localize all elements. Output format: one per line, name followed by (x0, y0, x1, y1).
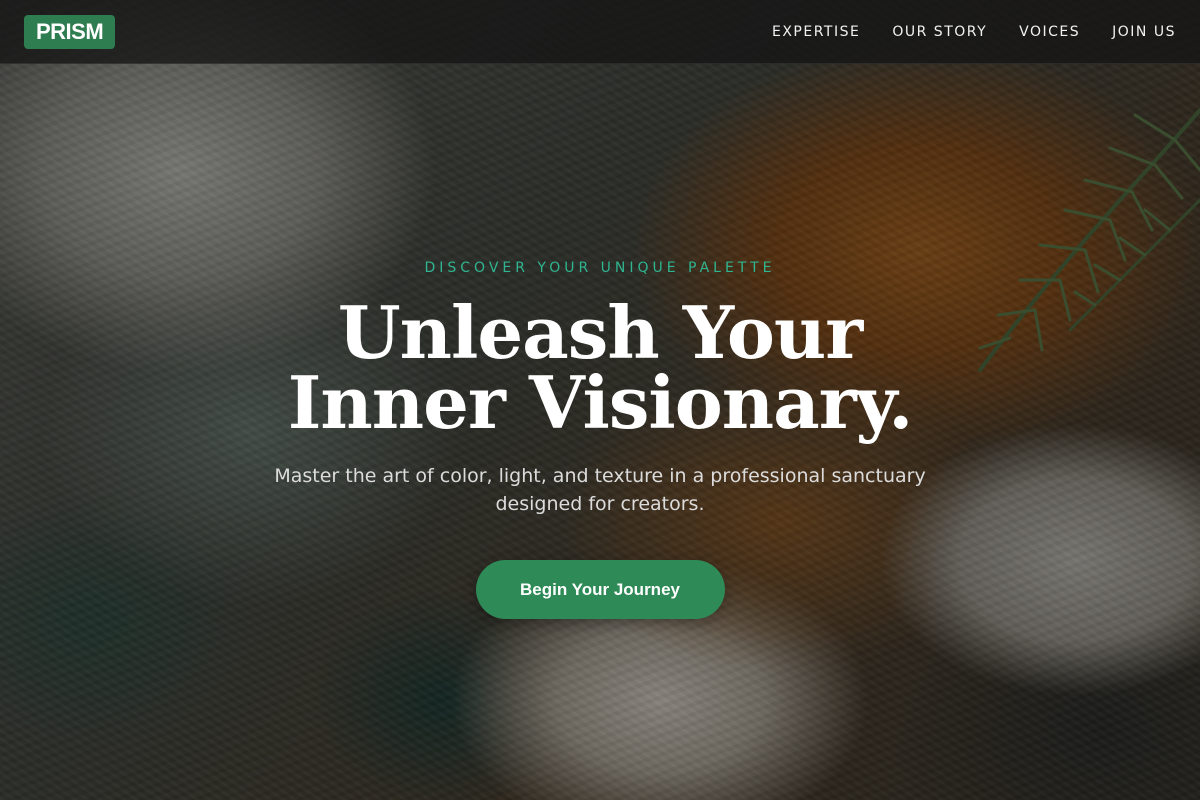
begin-journey-button[interactable]: Begin Your Journey (475, 560, 725, 619)
top-navigation: PRISM EXPERTISE OUR STORY VOICES JOIN US (0, 0, 1200, 64)
nav-links: EXPERTISE OUR STORY VOICES JOIN US (772, 24, 1176, 40)
nav-link-voices[interactable]: VOICES (1019, 24, 1080, 40)
hero-eyebrow: DISCOVER YOUR UNIQUE PALETTE (424, 260, 776, 276)
prism-logo[interactable]: PRISM (24, 14, 116, 49)
nav-link-our-story[interactable]: OUR STORY (892, 24, 987, 40)
hero-subtitle: Master the art of color, light, and text… (274, 465, 926, 515)
hero-section: DISCOVER YOUR UNIQUE PALETTE Unleash You… (0, 260, 1200, 619)
hero-headline: Unleash Your Inner Visionary. (287, 290, 914, 445)
nav-link-expertise[interactable]: EXPERTISE (772, 24, 860, 40)
nav-link-join-us[interactable]: JOIN US (1112, 24, 1176, 40)
